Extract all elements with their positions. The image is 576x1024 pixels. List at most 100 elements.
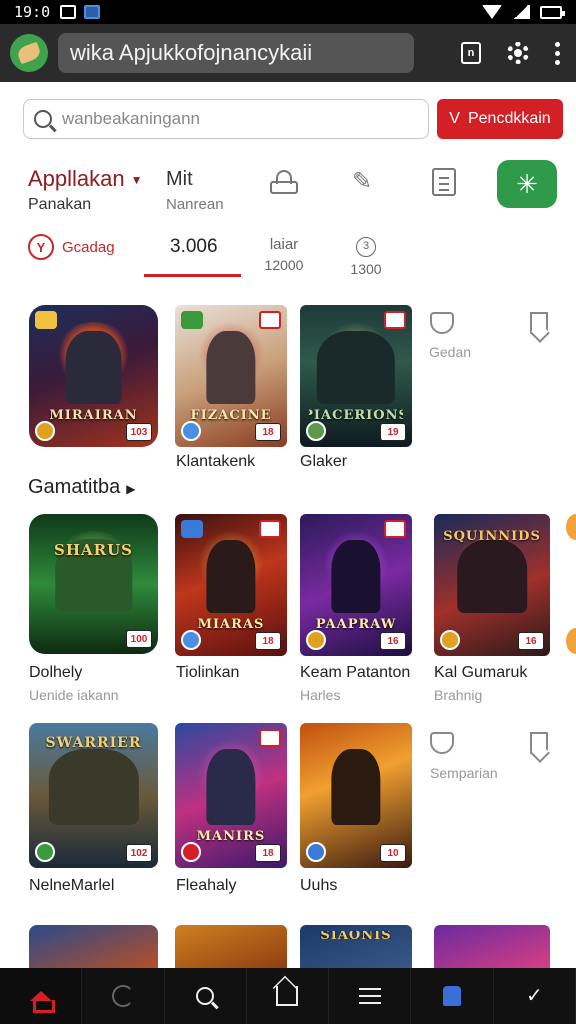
game-title[interactable]: Uuhs (300, 877, 337, 895)
game-logo (443, 960, 540, 968)
trending-filter[interactable]: Y Gcadag (28, 234, 115, 260)
game-card[interactable]: SQUINNIDS 16 (434, 514, 550, 656)
game-logo (184, 960, 278, 968)
number-badge-icon: 3 (356, 237, 376, 257)
stat-a-label: laiar (269, 236, 299, 253)
wifi-icon (482, 5, 502, 19)
tab-mit-subtitle: Nanrean (166, 196, 224, 213)
notification-icon (60, 5, 77, 19)
game-title[interactable]: Keam Patanton (300, 664, 410, 682)
nav-search-tab[interactable] (165, 968, 247, 1024)
lock-icon[interactable] (270, 170, 298, 194)
address-bar[interactable]: wika Apjukkofojnancykaii (58, 33, 414, 73)
stat-a-value: 12000 (264, 257, 304, 273)
game-subtitle: Brahnig (434, 687, 483, 703)
more-menu-icon[interactable] (555, 41, 560, 65)
age-rating-badge: 16 (518, 632, 544, 650)
search-placeholder: wanbeakaningann (62, 109, 201, 128)
game-title[interactable]: NelneMarlel (29, 877, 114, 895)
game-subtitle: Uenide iakann (29, 687, 119, 703)
game-title[interactable]: Klantakenk (176, 453, 255, 471)
platform-icon (35, 842, 55, 862)
stat-count[interactable]: 3.006 (170, 236, 218, 258)
game-title[interactable]: Tiolinkan (176, 664, 239, 682)
game-card[interactable]: PAAPRAW 16 (300, 514, 412, 656)
trending-icon: Y (28, 234, 54, 260)
age-rating-badge: 103 (126, 423, 152, 441)
bottom-navigation: ✓ (0, 968, 576, 1024)
category-subtitle: Panakan (28, 196, 92, 213)
game-card[interactable]: SHARUS 100 (29, 514, 158, 654)
stat-column-a[interactable]: laiar 12000 (262, 236, 306, 273)
tab-mit[interactable]: Mit (166, 168, 193, 191)
bookmark-icon[interactable] (530, 732, 548, 754)
game-card[interactable]: SWARRIER 102 (29, 723, 158, 868)
age-rating-badge: 102 (126, 844, 152, 862)
game-card[interactable]: PIACERIONS 19 (300, 305, 412, 447)
status-bar: 19:0 (0, 0, 576, 24)
section-header[interactable]: Gamatitba ▶ (28, 476, 136, 499)
clipboard-icon[interactable] (432, 168, 456, 196)
publisher-logo-icon (259, 729, 281, 747)
edit-icon[interactable]: ✎ (352, 170, 380, 194)
house-icon (276, 986, 299, 1006)
publisher-logo-icon (384, 520, 406, 538)
chevron-right-icon: ▶ (126, 482, 136, 496)
game-logo: SWARRIER (45, 735, 142, 752)
game-title[interactable]: Fleahaly (176, 877, 236, 895)
platform-icon (181, 630, 201, 650)
library-icon (443, 986, 462, 1006)
game-card[interactable]: 10 (300, 723, 412, 868)
like-icon[interactable] (430, 732, 454, 754)
publisher-logo-icon (259, 311, 281, 329)
game-logo: SHARUS (53, 541, 134, 560)
game-card[interactable]: MIRAIRAN 103 (29, 305, 158, 447)
game-logo: SIAONIS (320, 931, 392, 939)
platform-icon (181, 421, 201, 441)
trending-label: Gcadag (62, 238, 115, 256)
age-rating-badge: 100 (126, 630, 152, 648)
game-title[interactable]: Glaker (300, 453, 347, 471)
game-card[interactable]: MIARAS 18 (175, 514, 287, 656)
stat-column-b[interactable]: 3 1300 (346, 236, 386, 277)
publisher-badge-icon (35, 311, 57, 329)
category-title: Appllakan (28, 166, 125, 191)
nav-home-tab[interactable] (0, 968, 83, 1024)
category-dropdown[interactable]: Appllakan ▼ (28, 166, 143, 192)
age-rating-badge: 16 (380, 632, 406, 650)
game-logo: SQUINNIDS (443, 529, 541, 545)
nav-edit-tab[interactable]: ✓ (494, 968, 576, 1024)
home-icon (29, 991, 55, 1013)
settings-icon[interactable] (507, 42, 529, 64)
platform-icon (306, 630, 326, 650)
tabs-icon[interactable]: n (461, 42, 481, 64)
chevron-down-icon: V (449, 110, 460, 127)
nav-menu-tab[interactable] (329, 968, 412, 1024)
section-title: Gamatitba (28, 476, 121, 498)
like-icon[interactable] (430, 312, 454, 334)
game-logo (39, 960, 147, 968)
game-title[interactable]: Kal Gumaruk (434, 664, 527, 682)
side-label: Gedan (429, 344, 472, 360)
age-rating-badge: 10 (380, 844, 406, 862)
game-subtitle: Harles (300, 687, 341, 703)
search-icon (196, 987, 215, 1005)
game-title[interactable]: Dolhely (29, 664, 82, 682)
signal-icon (512, 5, 530, 19)
platform-icon (306, 842, 326, 862)
site-logo-icon[interactable] (10, 34, 48, 72)
nav-browser-home-tab[interactable] (247, 968, 330, 1024)
nav-refresh-tab[interactable] (82, 968, 165, 1024)
platform-icon (306, 421, 326, 441)
publisher-logo-icon (384, 311, 406, 329)
nav-library-tab[interactable] (411, 968, 494, 1024)
search-input[interactable]: wanbeakaningann (23, 99, 429, 139)
game-card[interactable]: MANIRS 18 (175, 723, 287, 868)
search-button[interactable]: V Pencdkkain (437, 99, 563, 139)
active-tab-indicator (144, 274, 241, 277)
bookmark-icon[interactable] (530, 312, 548, 334)
game-card[interactable]: FIZACINE 18 (175, 305, 287, 447)
favorite-button[interactable]: ✳ (497, 160, 557, 208)
age-rating-badge: 18 (255, 423, 281, 441)
publisher-badge-icon (181, 520, 203, 538)
